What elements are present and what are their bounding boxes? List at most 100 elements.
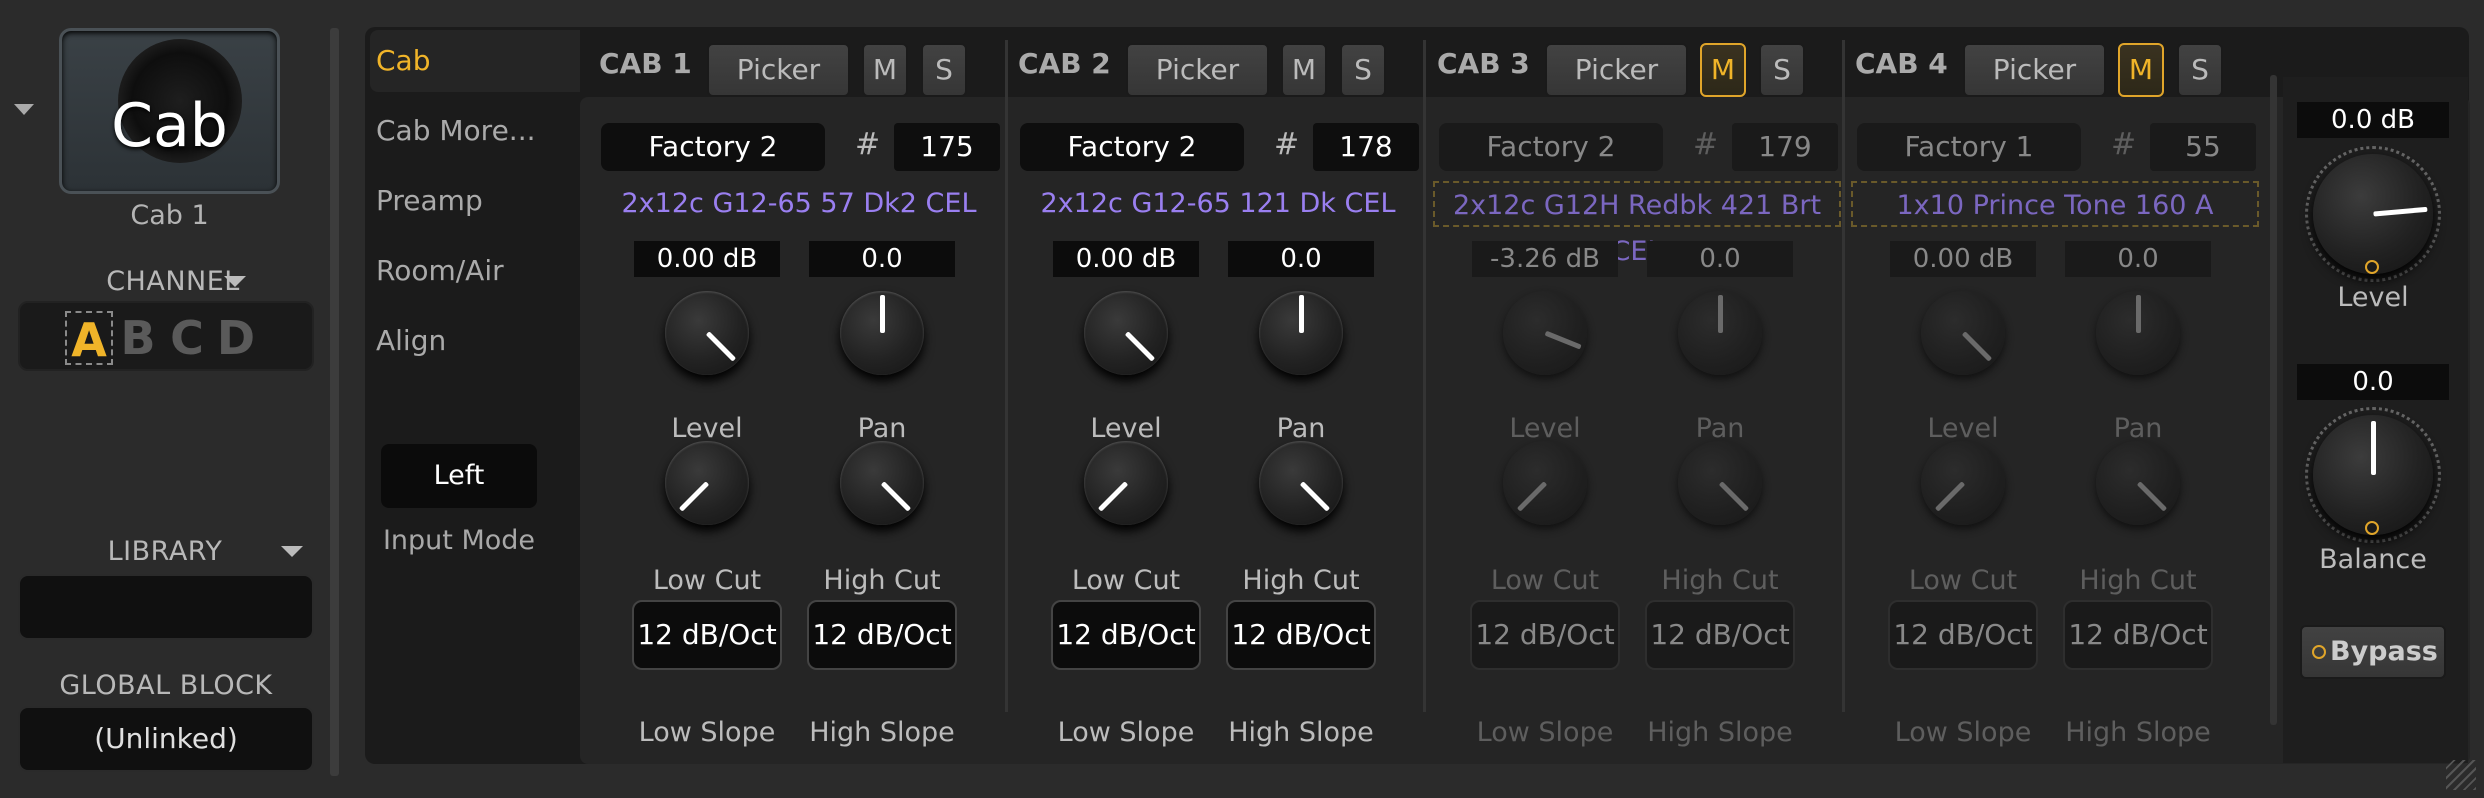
- solo-button[interactable]: S: [2177, 43, 2223, 97]
- master-level-knob[interactable]: [2313, 154, 2433, 274]
- pan-value[interactable]: 0.0: [2065, 241, 2211, 277]
- low-cut-label: Low Cut: [1490, 565, 1600, 596]
- high-slope-selector[interactable]: 12 dB/Oct: [2063, 600, 2213, 670]
- mute-button[interactable]: M: [2118, 43, 2164, 97]
- high-cut-knob[interactable]: [1259, 441, 1343, 525]
- ir-name[interactable]: 2x12c G12-65 57 Dk2 CEL: [595, 181, 1003, 227]
- pan-knob[interactable]: [1259, 291, 1343, 375]
- bypass-label: Bypass: [2330, 636, 2438, 667]
- low-cut-knob[interactable]: [1921, 441, 2005, 525]
- tab-room-air[interactable]: Room/Air: [370, 240, 580, 302]
- bypass-button[interactable]: Bypass: [2300, 625, 2446, 679]
- level-value[interactable]: 0.00 dB: [634, 241, 780, 277]
- balance-center-dot-icon: [2365, 521, 2379, 535]
- high-cut-label: High Cut: [2079, 565, 2197, 596]
- low-cut-knob[interactable]: [1503, 441, 1587, 525]
- cab-2-column: CAB 2 Picker M S Factory 2 # 178 2x12c G…: [1018, 27, 1438, 764]
- channel-c-button[interactable]: C: [163, 311, 211, 365]
- mute-button[interactable]: M: [1700, 43, 1746, 97]
- cab-4-column: CAB 4 Picker M S Factory 1 # 55 1x10 Pri…: [1851, 27, 2275, 764]
- high-slope-selector[interactable]: 12 dB/Oct: [1226, 600, 1376, 670]
- level-value[interactable]: 0.00 dB: [1890, 241, 2036, 277]
- low-cut-knob[interactable]: [665, 441, 749, 525]
- low-slope-selector[interactable]: 12 dB/Oct: [632, 600, 782, 670]
- pan-value[interactable]: 0.0: [809, 241, 955, 277]
- bank-selector[interactable]: Factory 2: [601, 123, 825, 171]
- high-slope-selector[interactable]: 12 dB/Oct: [1645, 600, 1795, 670]
- ir-name[interactable]: 2x12c G12-65 121 Dk CEL: [1014, 181, 1422, 227]
- picker-button[interactable]: Picker: [707, 43, 850, 97]
- block-menu-arrow-icon[interactable]: [14, 104, 34, 115]
- bank-selector[interactable]: Factory 2: [1020, 123, 1244, 171]
- pan-label: Pan: [1276, 413, 1326, 444]
- bank-selector[interactable]: Factory 1: [1857, 123, 2081, 171]
- ir-number-field[interactable]: 175: [894, 123, 1000, 171]
- block-tile[interactable]: Cab: [59, 28, 280, 194]
- level-label: Level: [671, 413, 743, 444]
- cab-title: CAB 4: [1855, 47, 1948, 80]
- tab-align[interactable]: Align: [370, 310, 580, 372]
- high-cut-knob[interactable]: [2096, 441, 2180, 525]
- library-label: LIBRARY: [107, 536, 223, 567]
- level-knob[interactable]: [1503, 291, 1587, 375]
- ir-number-field[interactable]: 179: [1732, 123, 1838, 171]
- input-mode-button[interactable]: Left: [381, 444, 537, 508]
- mute-button[interactable]: M: [862, 43, 908, 97]
- solo-button[interactable]: S: [1759, 43, 1805, 97]
- high-slope-label: High Slope: [2065, 717, 2211, 748]
- master-level-value[interactable]: 0.0 dB: [2297, 102, 2449, 138]
- low-cut-knob[interactable]: [1084, 441, 1168, 525]
- low-slope-selector[interactable]: 12 dB/Oct: [1470, 600, 1620, 670]
- pan-knob[interactable]: [1678, 291, 1762, 375]
- high-cut-knob[interactable]: [840, 441, 924, 525]
- ir-number-field[interactable]: 55: [2150, 123, 2256, 171]
- high-slope-selector[interactable]: 12 dB/Oct: [807, 600, 957, 670]
- cab-title: CAB 3: [1437, 47, 1530, 80]
- tab-preamp[interactable]: Preamp: [370, 170, 580, 232]
- bypass-led-icon: [2312, 645, 2326, 659]
- resize-grip-icon[interactable]: [2446, 760, 2476, 790]
- pan-knob[interactable]: [2096, 291, 2180, 375]
- tab-cab[interactable]: Cab: [370, 30, 580, 92]
- level-knob[interactable]: [1921, 291, 2005, 375]
- high-cut-knob[interactable]: [1678, 441, 1762, 525]
- block-name: Cab 1: [130, 200, 209, 231]
- level-value[interactable]: -3.26 dB: [1472, 241, 1618, 277]
- level-value[interactable]: 0.00 dB: [1053, 241, 1199, 277]
- balance-value[interactable]: 0.0: [2297, 364, 2449, 400]
- block-tile-label: Cab: [111, 91, 228, 161]
- solo-button[interactable]: S: [1340, 43, 1386, 97]
- channel-b-button[interactable]: B: [114, 311, 162, 365]
- high-cut-label: High Cut: [1242, 565, 1360, 596]
- pan-knob[interactable]: [840, 291, 924, 375]
- channel-dropdown-icon[interactable]: [224, 276, 246, 287]
- solo-button[interactable]: S: [921, 43, 967, 97]
- low-slope-selector[interactable]: 12 dB/Oct: [1051, 600, 1201, 670]
- picker-button[interactable]: Picker: [1126, 43, 1269, 97]
- input-mode-label: Input Mode: [382, 525, 536, 556]
- pan-value[interactable]: 0.0: [1228, 241, 1374, 277]
- cab-title: CAB 1: [599, 47, 692, 80]
- cab-title: CAB 2: [1018, 47, 1111, 80]
- channel-a-button[interactable]: A: [65, 311, 113, 367]
- low-slope-selector[interactable]: 12 dB/Oct: [1888, 600, 2038, 670]
- level-knob[interactable]: [1084, 291, 1168, 375]
- global-block-field[interactable]: (Unlinked): [18, 706, 314, 772]
- balance-knob[interactable]: [2313, 415, 2433, 535]
- library-field[interactable]: [18, 574, 314, 640]
- channel-d-button[interactable]: D: [212, 311, 260, 365]
- picker-button[interactable]: Picker: [1545, 43, 1688, 97]
- tab-cab-more[interactable]: Cab More...: [370, 100, 580, 162]
- library-dropdown-icon[interactable]: [281, 546, 303, 557]
- picker-button[interactable]: Picker: [1963, 43, 2106, 97]
- pan-label: Pan: [857, 413, 907, 444]
- pan-value[interactable]: 0.0: [1647, 241, 1793, 277]
- number-hash-label: #: [2111, 127, 2137, 162]
- ir-name[interactable]: 2x12c G12H Redbk 421 Brt CEL: [1433, 181, 1841, 267]
- ir-name[interactable]: 1x10 Prince Tone 160 A: [1851, 181, 2259, 227]
- bank-selector[interactable]: Factory 2: [1439, 123, 1663, 171]
- mute-button[interactable]: M: [1281, 43, 1327, 97]
- low-slope-label: Low Slope: [1476, 717, 1614, 748]
- ir-number-field[interactable]: 178: [1313, 123, 1419, 171]
- level-knob[interactable]: [665, 291, 749, 375]
